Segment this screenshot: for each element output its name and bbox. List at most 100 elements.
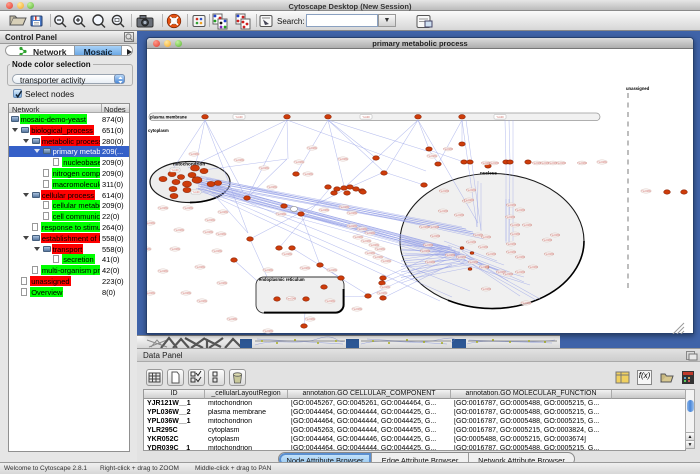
svg-text:Yxx00W: Yxx00W bbox=[503, 272, 513, 276]
svg-text:Yxx00W: Yxx00W bbox=[263, 268, 273, 272]
svg-text:Yxx00W: Yxx00W bbox=[456, 255, 466, 259]
svg-text:Yxx00W: Yxx00W bbox=[300, 266, 310, 270]
svg-text:Yxx00W: Yxx00W bbox=[347, 211, 357, 215]
svg-text:Yxx00W: Yxx00W bbox=[515, 208, 525, 212]
svg-text:Yxx00W: Yxx00W bbox=[234, 158, 244, 162]
svg-text:Yxx00W: Yxx00W bbox=[158, 269, 168, 273]
svg-text:Yxx00W: Yxx00W bbox=[466, 240, 476, 244]
svg-text:cytoplasm: cytoplasm bbox=[148, 128, 169, 133]
svg-text:Yxx00W: Yxx00W bbox=[375, 247, 385, 251]
svg-text:Yxx00W: Yxx00W bbox=[294, 160, 304, 164]
svg-text:Yxx00W: Yxx00W bbox=[195, 265, 205, 269]
svg-text:Yxx00W: Yxx00W bbox=[577, 161, 587, 165]
svg-text:Yxx00W: Yxx00W bbox=[276, 212, 286, 216]
svg-text:Yxx00W: Yxx00W bbox=[327, 268, 337, 272]
svg-text:Yxx00W: Yxx00W bbox=[325, 299, 335, 303]
svg-text:Yxx00: Yxx00 bbox=[496, 115, 504, 119]
svg-text:Yxx00W: Yxx00W bbox=[550, 233, 560, 237]
svg-text:Yxx00W: Yxx00W bbox=[521, 301, 531, 305]
svg-text:Yxx00W: Yxx00W bbox=[259, 166, 269, 170]
svg-text:Yxx00W: Yxx00W bbox=[158, 206, 168, 210]
svg-text:Yxx00W: Yxx00W bbox=[205, 218, 215, 222]
svg-text:Yxx00W: Yxx00W bbox=[263, 329, 273, 333]
svg-text:Yxx00W: Yxx00W bbox=[365, 251, 375, 255]
svg-text:Yxx00W: Yxx00W bbox=[481, 287, 491, 291]
svg-text:Yxx00W: Yxx00W bbox=[515, 255, 525, 259]
svg-text:Yxx00W: Yxx00W bbox=[510, 232, 520, 236]
svg-text:Yxx00W: Yxx00W bbox=[381, 259, 391, 263]
svg-text:Yxx00W: Yxx00W bbox=[445, 253, 455, 257]
svg-text:Yxx00W: Yxx00W bbox=[361, 239, 371, 243]
svg-text:Yxx00W: Yxx00W bbox=[438, 209, 448, 213]
svg-text:Yxx00W: Yxx00W bbox=[227, 317, 237, 321]
svg-text:Yxx00W: Yxx00W bbox=[147, 221, 155, 225]
svg-text:Yxx00W: Yxx00W bbox=[147, 291, 155, 295]
svg-text:Yxx00W: Yxx00W bbox=[506, 250, 516, 254]
svg-text:Yxx00W: Yxx00W bbox=[505, 215, 515, 219]
svg-text:Yxx00W: Yxx00W bbox=[489, 161, 499, 165]
svg-text:Yxx00W: Yxx00W bbox=[522, 223, 532, 227]
svg-text:Yxx00W: Yxx00W bbox=[183, 206, 193, 210]
svg-text:Yxx00W: Yxx00W bbox=[181, 291, 191, 295]
svg-text:Yxx00W: Yxx00W bbox=[216, 232, 226, 236]
svg-text:Yxx00W: Yxx00W bbox=[286, 297, 296, 301]
svg-text:Yxx00W: Yxx00W bbox=[464, 198, 474, 202]
svg-text:Yxx00W: Yxx00W bbox=[468, 260, 478, 264]
svg-text:Yxx00W: Yxx00W bbox=[419, 225, 429, 229]
svg-text:Yxx00W: Yxx00W bbox=[528, 265, 538, 269]
svg-text:Yxx00W: Yxx00W bbox=[641, 189, 651, 193]
svg-text:Yxx00W: Yxx00W bbox=[189, 152, 199, 156]
svg-text:Yxx00W: Yxx00W bbox=[305, 317, 315, 321]
svg-text:Yxx00W: Yxx00W bbox=[380, 285, 390, 289]
svg-text:Yxx00: Yxx00 bbox=[362, 115, 370, 119]
svg-text:Yxx00W: Yxx00W bbox=[430, 234, 440, 238]
svg-text:Yxx00W: Yxx00W bbox=[217, 281, 227, 285]
svg-text:Yxx00W: Yxx00W bbox=[454, 213, 464, 217]
svg-text:Yxx00: Yxx00 bbox=[192, 190, 200, 194]
svg-text:Yxx00W: Yxx00W bbox=[420, 249, 430, 253]
svg-text:Yxx00W: Yxx00W bbox=[478, 245, 488, 249]
svg-text:Yxx00W: Yxx00W bbox=[282, 252, 292, 256]
svg-text:Yxx00W: Yxx00W bbox=[542, 238, 552, 242]
svg-text:endoplasmic reticulum: endoplasmic reticulum bbox=[259, 277, 305, 282]
svg-text:Yxx00W: Yxx00W bbox=[319, 208, 329, 212]
svg-text:Yxx00W: Yxx00W bbox=[439, 189, 449, 193]
svg-text:Yxx00W: Yxx00W bbox=[597, 160, 607, 164]
svg-text:Yxx00W: Yxx00W bbox=[510, 223, 520, 227]
svg-text:Yxx00W: Yxx00W bbox=[203, 230, 213, 234]
svg-text:Yxx00W: Yxx00W bbox=[218, 210, 228, 214]
svg-text:Yxx00W: Yxx00W bbox=[427, 154, 437, 158]
svg-text:Yxx00W: Yxx00W bbox=[373, 255, 383, 259]
svg-text:Yxx00W: Yxx00W bbox=[212, 249, 222, 253]
svg-text:Search:: Search: bbox=[277, 17, 305, 26]
svg-text:Yxx00W: Yxx00W bbox=[369, 243, 379, 247]
svg-text:Yxx00W: Yxx00W bbox=[357, 227, 367, 231]
svg-text:plasma membrane: plasma membrane bbox=[150, 115, 187, 120]
svg-text:Yxx00W: Yxx00W bbox=[267, 185, 277, 189]
svg-text:Yxx00W: Yxx00W bbox=[377, 291, 387, 295]
svg-text:Yxx00W: Yxx00W bbox=[353, 235, 363, 239]
svg-text:Yxx00W: Yxx00W bbox=[352, 307, 362, 311]
svg-text:Yxx00W: Yxx00W bbox=[347, 224, 357, 228]
svg-text:Yxx00W: Yxx00W bbox=[338, 157, 348, 161]
svg-text:Yxx00: Yxx00 bbox=[171, 168, 179, 172]
svg-text:Yxx00W: Yxx00W bbox=[486, 252, 496, 256]
svg-text:Yxx00W: Yxx00W bbox=[466, 188, 476, 192]
svg-text:Yxx00W: Yxx00W bbox=[481, 235, 491, 239]
svg-text:Yxx00W: Yxx00W bbox=[429, 225, 439, 229]
svg-text:Yxx00W: Yxx00W bbox=[544, 252, 554, 256]
svg-text:Yxx00W: Yxx00W bbox=[174, 228, 184, 232]
svg-text:nucleus: nucleus bbox=[480, 171, 498, 176]
svg-text:Yxx00W: Yxx00W bbox=[515, 270, 525, 274]
svg-text:Yxx00W: Yxx00W bbox=[423, 243, 433, 247]
svg-text:Yxx00W: Yxx00W bbox=[506, 242, 516, 246]
svg-text:Yxx00W: Yxx00W bbox=[147, 247, 151, 251]
svg-text:Yxx00: Yxx00 bbox=[235, 115, 243, 119]
svg-text:mitochondrion: mitochondrion bbox=[173, 162, 205, 167]
svg-text:Yxx00W: Yxx00W bbox=[479, 265, 489, 269]
svg-text:unassigned: unassigned bbox=[626, 86, 650, 91]
svg-text:Yxx00W: Yxx00W bbox=[365, 231, 375, 235]
svg-text:Yxx00W: Yxx00W bbox=[303, 172, 313, 176]
svg-text:Yxx00W: Yxx00W bbox=[197, 299, 207, 303]
svg-text:Yxx00W: Yxx00W bbox=[556, 161, 566, 165]
